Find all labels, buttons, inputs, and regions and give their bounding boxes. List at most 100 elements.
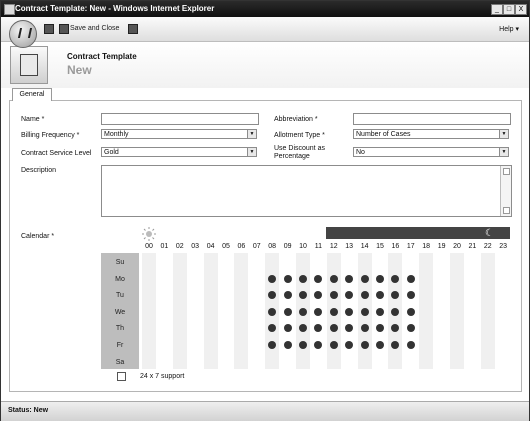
abbreviation-label: Abbreviation * <box>274 116 318 123</box>
description-textarea[interactable] <box>101 165 512 217</box>
day-label-th: Th <box>115 325 125 333</box>
calendar-slot-active[interactable] <box>360 307 369 316</box>
hour-label-02: 02 <box>175 243 184 250</box>
calendar-slot-active[interactable] <box>329 341 338 349</box>
hour-label-08: 08 <box>268 243 277 250</box>
calendar-slot-active[interactable] <box>376 341 384 349</box>
day-label-tu: Tu <box>116 292 124 300</box>
chevron-down-icon[interactable]: ▼ <box>499 130 508 138</box>
name-label: Name * <box>21 116 45 123</box>
hour-label-20: 20 <box>453 243 461 250</box>
calendar-slot-active[interactable] <box>283 341 292 349</box>
calendar-slot-active[interactable] <box>406 307 415 316</box>
hour-label-05: 05 <box>222 243 230 250</box>
scroll-up-icon <box>503 168 510 175</box>
chevron-down-icon[interactable]: ▼ <box>247 148 256 156</box>
hour-label-01: 01 <box>160 243 169 250</box>
support-24x7-checkbox[interactable] <box>117 372 126 381</box>
calendar-slot-active[interactable] <box>406 291 415 300</box>
chevron-down-icon[interactable]: ▼ <box>247 130 256 138</box>
calendar-slot-active[interactable] <box>283 307 292 316</box>
calendar-slot-active[interactable] <box>283 324 292 333</box>
save-and-close-button[interactable]: Save and Close <box>70 25 119 32</box>
hour-label-15: 15 <box>376 243 384 250</box>
hour-label-23: 23 <box>499 243 508 250</box>
hour-label-19: 19 <box>437 243 446 250</box>
hour-label-22: 22 <box>483 243 492 250</box>
contract-template-icon <box>10 46 48 84</box>
calendar-slot-active[interactable] <box>314 274 323 283</box>
maximize-button[interactable]: □ <box>503 4 515 15</box>
calendar-slot-active[interactable] <box>406 341 415 349</box>
chevron-down-icon[interactable]: ▼ <box>499 148 508 156</box>
hour-label-17: 17 <box>406 243 415 250</box>
window-title: Contract Template: New - Windows Interne… <box>15 4 215 13</box>
hour-label-13: 13 <box>345 243 354 250</box>
description-scrollbar[interactable] <box>500 166 511 216</box>
tab-general[interactable]: General <box>12 88 52 101</box>
hour-label-14: 14 <box>360 243 369 250</box>
minimize-button[interactable]: _ <box>491 4 503 15</box>
calendar-slot-active[interactable] <box>360 291 369 300</box>
billing-frequency-select[interactable]: Monthly ▼ <box>101 129 257 139</box>
calendar-slot-active[interactable] <box>329 274 338 283</box>
calendar-slot-active[interactable] <box>406 274 415 283</box>
more-actions-icon[interactable] <box>128 24 138 34</box>
calendar-slot-active[interactable] <box>268 274 277 283</box>
hour-label-07: 07 <box>252 243 261 250</box>
hour-label-11: 11 <box>314 243 323 250</box>
service-level-select[interactable]: Gold ▼ <box>101 147 257 157</box>
abbreviation-field[interactable] <box>353 113 511 125</box>
crm-logo-icon <box>17 28 33 38</box>
calendar-slot-active[interactable] <box>268 307 277 316</box>
calendar-slot-active[interactable] <box>376 307 384 316</box>
hour-label-16: 16 <box>391 243 400 250</box>
day-label-sa: Sa <box>115 358 125 366</box>
close-button[interactable]: X <box>515 4 527 15</box>
status-bar: Status: New <box>1 401 529 421</box>
allotment-type-label: Allotment Type * <box>274 132 325 139</box>
hour-label-18: 18 <box>422 243 431 250</box>
calendar-slot-active[interactable] <box>345 274 354 283</box>
calendar-slot-active[interactable] <box>329 307 338 316</box>
hour-label-10: 10 <box>299 243 307 250</box>
save-icon[interactable] <box>44 24 54 34</box>
calendar-slot-active[interactable] <box>299 341 307 349</box>
use-discount-label-line2: Percentage <box>274 153 310 160</box>
hour-label-04: 04 <box>206 243 215 250</box>
calendar-slot-active[interactable] <box>360 274 369 283</box>
calendar-slot-active[interactable] <box>391 274 400 283</box>
hour-label-00: 00 <box>145 243 153 250</box>
hour-column <box>172 253 187 369</box>
allotment-type-value: Number of Cases <box>356 131 411 138</box>
help-menu[interactable]: Help ▾ <box>499 25 519 33</box>
service-level-label: Contract Service Level <box>21 150 92 157</box>
calendar-slot-active[interactable] <box>299 274 307 283</box>
application-orb-button[interactable] <box>9 20 37 48</box>
hour-column <box>234 253 249 369</box>
use-discount-select[interactable]: No ▼ <box>353 147 509 157</box>
hour-column <box>419 253 434 369</box>
name-field[interactable] <box>101 113 259 125</box>
allotment-type-select[interactable]: Number of Cases ▼ <box>353 129 509 139</box>
hour-column <box>203 253 218 369</box>
calendar-slot-active[interactable] <box>376 274 384 283</box>
calendar-slot-active[interactable] <box>283 291 292 300</box>
calendar-slot-active[interactable] <box>329 291 338 300</box>
hour-label-03: 03 <box>191 243 200 250</box>
calendar-slot-active[interactable] <box>360 341 369 349</box>
billing-frequency-value: Monthly <box>104 131 129 138</box>
calendar-slot-active[interactable] <box>283 274 292 283</box>
scroll-down-icon <box>503 207 510 214</box>
day-label-mo: Mo <box>115 275 125 283</box>
sun-icon <box>142 227 156 241</box>
title-bar: Contract Template: New - Windows Interne… <box>1 1 529 17</box>
page-title: Contract Template <box>67 52 137 61</box>
day-label-su: Su <box>115 259 125 266</box>
save-and-close-icon[interactable] <box>59 24 69 34</box>
calendar-slot-active[interactable] <box>360 324 369 333</box>
calendar-slot-active[interactable] <box>299 307 307 316</box>
hour-label-21: 21 <box>468 243 477 250</box>
calendar-slot-active[interactable] <box>345 307 354 316</box>
billing-frequency-label: Billing Frequency * <box>21 132 80 139</box>
